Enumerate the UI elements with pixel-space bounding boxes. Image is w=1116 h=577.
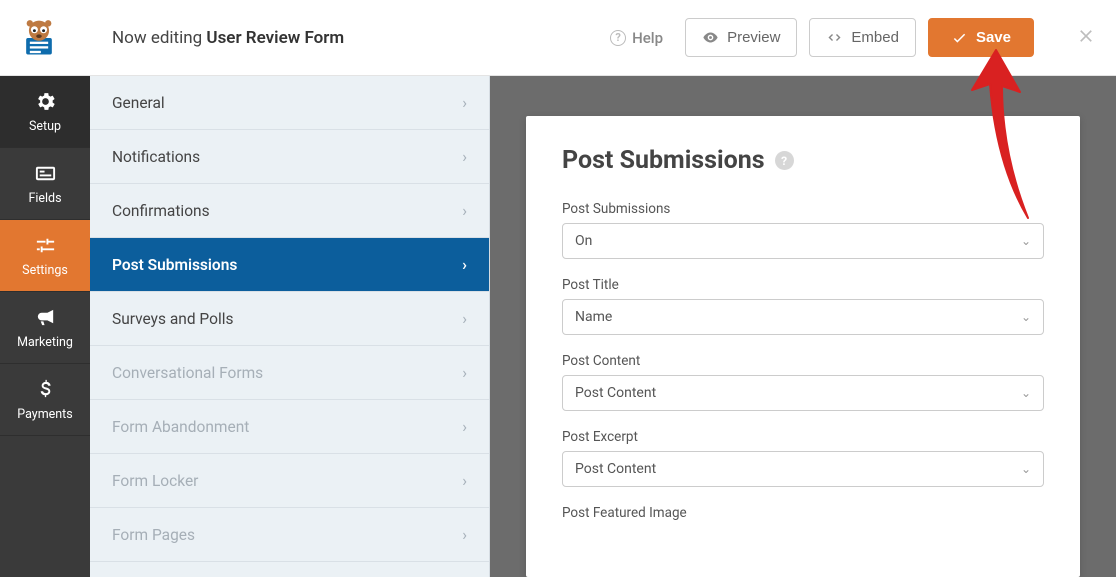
settings-item-label: Notifications <box>112 148 200 166</box>
settings-item-label: Form Locker <box>112 472 198 490</box>
field-label: Post Content <box>562 353 1044 369</box>
nav-sidebar: Setup Fields Settings Marketing Payments <box>0 76 90 577</box>
chevron-down-icon: ⌄ <box>1021 386 1031 400</box>
post-submissions-select[interactable]: On ⌄ <box>562 223 1044 259</box>
post-title-select[interactable]: Name ⌄ <box>562 299 1044 335</box>
form-name: User Review Form <box>206 28 344 48</box>
nav-marketing-label: Marketing <box>17 335 73 350</box>
fields-icon <box>34 162 57 185</box>
bullhorn-icon <box>34 306 57 329</box>
field-post-featured-image: Post Featured Image <box>562 505 1044 521</box>
nav-payments[interactable]: Payments <box>0 364 90 436</box>
select-value: Post Content <box>575 385 656 401</box>
help-label: Help <box>632 29 663 47</box>
settings-item-notifications[interactable]: Notifications › <box>90 130 489 184</box>
panel-title: Post Submissions ? <box>562 146 1044 175</box>
field-label: Post Submissions <box>562 201 1044 217</box>
now-editing-label: Now editing <box>112 28 202 48</box>
nav-fields[interactable]: Fields <box>0 148 90 220</box>
settings-item-label: Confirmations <box>112 202 210 220</box>
nav-settings[interactable]: Settings <box>0 220 90 292</box>
close-button[interactable] <box>1076 23 1096 53</box>
eye-icon <box>702 29 719 46</box>
nav-settings-label: Settings <box>22 263 68 278</box>
save-button[interactable]: Save <box>928 18 1034 57</box>
settings-item-form-locker[interactable]: Form Locker › <box>90 454 489 508</box>
help-icon: ? <box>610 30 626 46</box>
field-label: Post Excerpt <box>562 429 1044 445</box>
sliders-icon <box>34 234 57 257</box>
chevron-right-icon: › <box>462 201 467 220</box>
nav-payments-label: Payments <box>17 407 72 422</box>
settings-item-label: General <box>112 94 165 112</box>
gear-icon <box>34 90 57 113</box>
field-post-excerpt: Post Excerpt Post Content ⌄ <box>562 429 1044 487</box>
post-content-select[interactable]: Post Content ⌄ <box>562 375 1044 411</box>
nav-fields-label: Fields <box>28 191 61 206</box>
form-canvas: Post Submissions ? Post Submissions On ⌄… <box>490 76 1116 577</box>
select-value: Post Content <box>575 461 656 477</box>
field-post-content: Post Content Post Content ⌄ <box>562 353 1044 411</box>
embed-button[interactable]: Embed <box>809 18 916 57</box>
chevron-down-icon: ⌄ <box>1021 310 1031 324</box>
code-icon <box>826 29 843 46</box>
chevron-down-icon: ⌄ <box>1021 462 1031 476</box>
chevron-right-icon: › <box>462 363 467 382</box>
post-submissions-panel: Post Submissions ? Post Submissions On ⌄… <box>526 116 1080 577</box>
close-icon <box>1076 26 1096 46</box>
settings-item-label: Form Abandonment <box>112 418 249 436</box>
preview-button[interactable]: Preview <box>685 18 797 57</box>
settings-menu: General › Notifications › Confirmations … <box>90 76 490 577</box>
settings-item-post-submissions[interactable]: Post Submissions › <box>90 238 489 292</box>
post-excerpt-select[interactable]: Post Content ⌄ <box>562 451 1044 487</box>
page-title: Now editing User Review Form <box>112 28 344 48</box>
nav-setup-label: Setup <box>29 119 61 134</box>
top-bar: Now editing User Review Form ? Help Prev… <box>0 0 1116 76</box>
panel-title-text: Post Submissions <box>562 146 765 175</box>
chevron-right-icon: › <box>462 147 467 166</box>
nav-setup[interactable]: Setup <box>0 76 90 148</box>
field-post-submissions: Post Submissions On ⌄ <box>562 201 1044 259</box>
help-icon[interactable]: ? <box>775 151 794 170</box>
field-label: Post Title <box>562 277 1044 293</box>
settings-item-label: Post Submissions <box>112 256 237 274</box>
select-value: Name <box>575 309 612 325</box>
save-label: Save <box>976 29 1011 46</box>
chevron-right-icon: › <box>462 309 467 328</box>
chevron-right-icon: › <box>462 417 467 436</box>
settings-item-label: Form Pages <box>112 526 195 544</box>
help-button[interactable]: ? Help <box>600 23 673 53</box>
chevron-down-icon: ⌄ <box>1021 234 1031 248</box>
settings-item-general[interactable]: General › <box>90 76 489 130</box>
settings-item-label: Surveys and Polls <box>112 310 233 328</box>
settings-item-label: Conversational Forms <box>112 364 263 382</box>
preview-label: Preview <box>727 29 780 46</box>
settings-item-form-abandonment[interactable]: Form Abandonment › <box>90 400 489 454</box>
main-area: Setup Fields Settings Marketing Payments… <box>0 76 1116 577</box>
embed-label: Embed <box>851 29 899 46</box>
chevron-right-icon: › <box>462 525 467 544</box>
check-icon <box>951 29 968 46</box>
chevron-right-icon: › <box>462 93 467 112</box>
top-actions: ? Help Preview Embed Save <box>600 18 1096 57</box>
chevron-right-icon: › <box>462 471 467 490</box>
wpforms-logo <box>16 15 62 61</box>
nav-marketing[interactable]: Marketing <box>0 292 90 364</box>
dollar-icon <box>34 378 57 401</box>
settings-item-surveys-polls[interactable]: Surveys and Polls › <box>90 292 489 346</box>
settings-item-confirmations[interactable]: Confirmations › <box>90 184 489 238</box>
settings-item-conversational-forms[interactable]: Conversational Forms › <box>90 346 489 400</box>
field-post-title: Post Title Name ⌄ <box>562 277 1044 335</box>
settings-item-form-pages[interactable]: Form Pages › <box>90 508 489 562</box>
chevron-right-icon: › <box>462 255 467 274</box>
select-value: On <box>575 233 592 249</box>
field-label: Post Featured Image <box>562 505 1044 521</box>
